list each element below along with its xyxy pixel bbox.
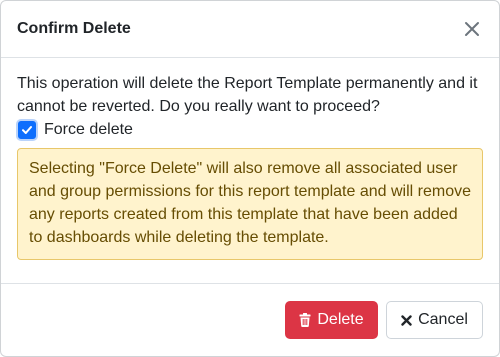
dialog-title: Confirm Delete: [17, 20, 131, 37]
checkmark-icon: [22, 126, 32, 134]
force-delete-checkbox[interactable]: [18, 121, 36, 139]
force-delete-label[interactable]: Force delete: [44, 121, 133, 139]
dialog-header: Confirm Delete: [1, 1, 499, 58]
confirmation-message: This operation will delete the Report Te…: [17, 75, 478, 115]
trash-icon: [299, 313, 311, 327]
confirm-delete-dialog: Confirm Delete This operation will delet…: [0, 0, 500, 357]
close-button[interactable]: [460, 17, 484, 41]
cancel-button[interactable]: Cancel: [386, 301, 483, 339]
close-icon: [465, 22, 479, 36]
delete-button-label: Delete: [317, 311, 364, 328]
cancel-button-label: Cancel: [418, 311, 468, 328]
dialog-footer: Delete Cancel: [1, 283, 499, 356]
force-delete-warning: Selecting "Force Delete" will also remov…: [17, 148, 483, 260]
dialog-body: This operation will delete the Report Te…: [1, 58, 499, 284]
x-icon: [401, 314, 412, 326]
force-delete-row: Force delete: [17, 118, 483, 142]
delete-button[interactable]: Delete: [285, 301, 378, 339]
